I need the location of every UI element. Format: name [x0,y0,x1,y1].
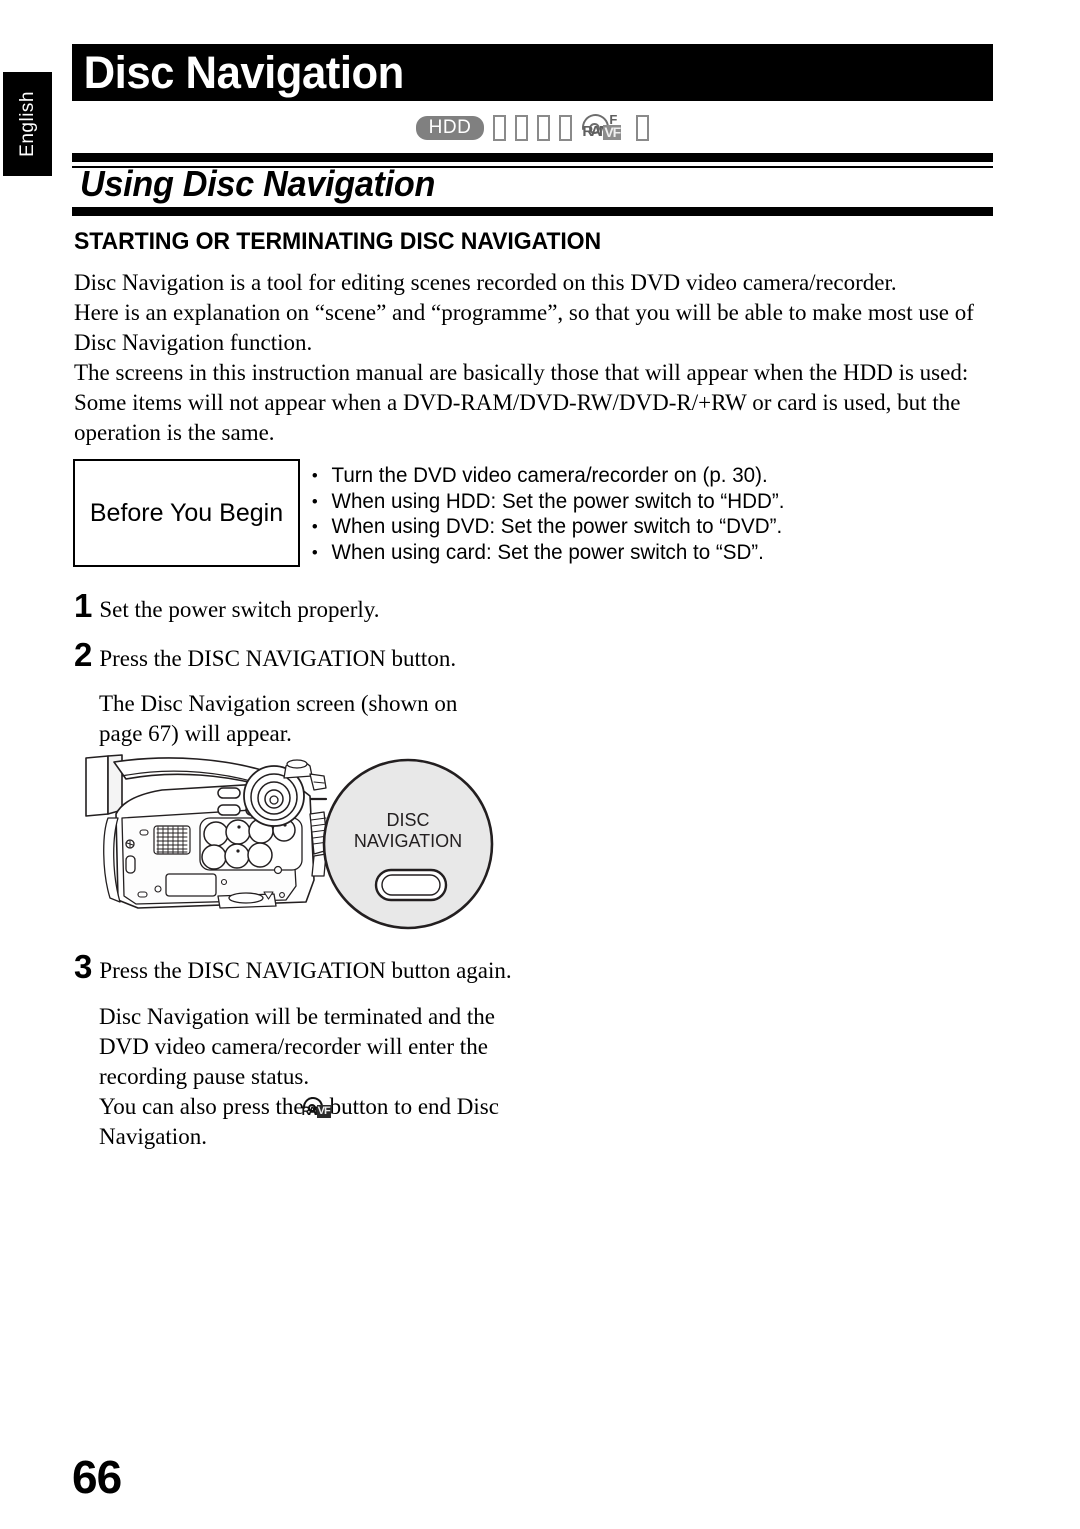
section-rule-top-thick [72,153,993,162]
step-number: 1 [74,587,93,624]
chapter-title: Disc Navigation [83,47,405,98]
step-text: Press the DISC NAVIGATION button. [99,646,457,671]
intro-line: The screens in this instruction manual a… [74,360,969,385]
body-line: DVD video camera/recorder will enter the [99,1034,488,1059]
intro-line: operation is the same. [74,420,275,445]
step-3-body: Disc Navigation will be terminated and t… [99,1002,499,1152]
ram-vf-cluster-icon: RAM VF [298,1093,332,1121]
sub-heading: STARTING OR TERMINATING DISC NAVIGATION [74,228,602,255]
list-item: When using card: Set the power switch to… [308,540,984,566]
language-tab-label: English [16,91,38,157]
list-item: When using DVD: Set the power switch to … [308,514,984,540]
missing-glyph-icon [515,115,529,141]
missing-glyph-icon [537,115,551,141]
media-compatibility-row: HDD RAM F VF [72,108,993,147]
section-title: Using Disc Navigation [80,163,436,204]
before-you-begin-list: Turn the DVD video camera/recorder on (p… [308,463,998,565]
section-rule-bottom [72,207,993,216]
missing-glyph-icon [493,115,507,141]
body-text-before-glyph: You can also press the [99,1094,304,1119]
intro-line: Disc Navigation is a tool for editing sc… [74,270,897,295]
hdd-badge: HDD [415,115,485,141]
intro-paragraphs: Disc Navigation is a tool for editing sc… [74,268,984,448]
list-item: Turn the DVD video camera/recorder on (p… [308,463,984,489]
intro-line: Disc Navigation function. [74,330,313,355]
ram-vf-cluster-icon: RAM F VF [577,108,627,147]
body-line: Navigation. [99,1124,207,1149]
step-3: 3 Press the DISC NAVIGATION button again. [74,950,512,983]
step-2-body: The Disc Navigation screen (shown on pag… [99,689,457,749]
body-line: The Disc Navigation screen (shown on [99,691,458,716]
step-text: Set the power switch properly. [99,597,380,622]
list-item: When using HDD: Set the power switch to … [308,489,984,515]
callout-label-line2: NAVIGATION [354,831,462,851]
step-text: Press the DISC NAVIGATION button again. [99,958,512,983]
body-line-with-glyph: You can also press the RAM VF button to end… [99,1092,499,1122]
cluster-boxed-label: VF [316,1105,331,1118]
step-number: 2 [74,636,93,673]
step-number: 3 [74,948,93,985]
intro-line: Here is an explanation on “scene” and “p… [74,300,974,325]
body-text-after-glyph: button to end Disc [329,1094,499,1119]
missing-glyph-icon [559,115,573,141]
callout-label-line1: DISC [386,810,429,830]
before-you-begin-box: Before You Begin [73,459,300,567]
step-2: 2 Press the DISC NAVIGATION button. [74,638,456,671]
intro-line: Some items will not appear when a DVD-RA… [74,390,961,415]
page-number: 66 [72,1451,122,1503]
body-line: recording pause status. [99,1064,310,1089]
cluster-boxed-label: VF [603,124,622,141]
language-tab: English [3,72,52,176]
body-line: page 67) will appear. [99,721,292,746]
camcorder-illustration: DISC NAVIGATION [78,752,518,948]
body-line: Disc Navigation will be terminated and t… [99,1004,495,1029]
chapter-header-bar: Disc Navigation [72,44,993,101]
before-you-begin-label: Before You Begin [89,498,284,527]
step-1: 1 Set the power switch properly. [74,589,380,622]
missing-glyph-icon [636,115,650,141]
